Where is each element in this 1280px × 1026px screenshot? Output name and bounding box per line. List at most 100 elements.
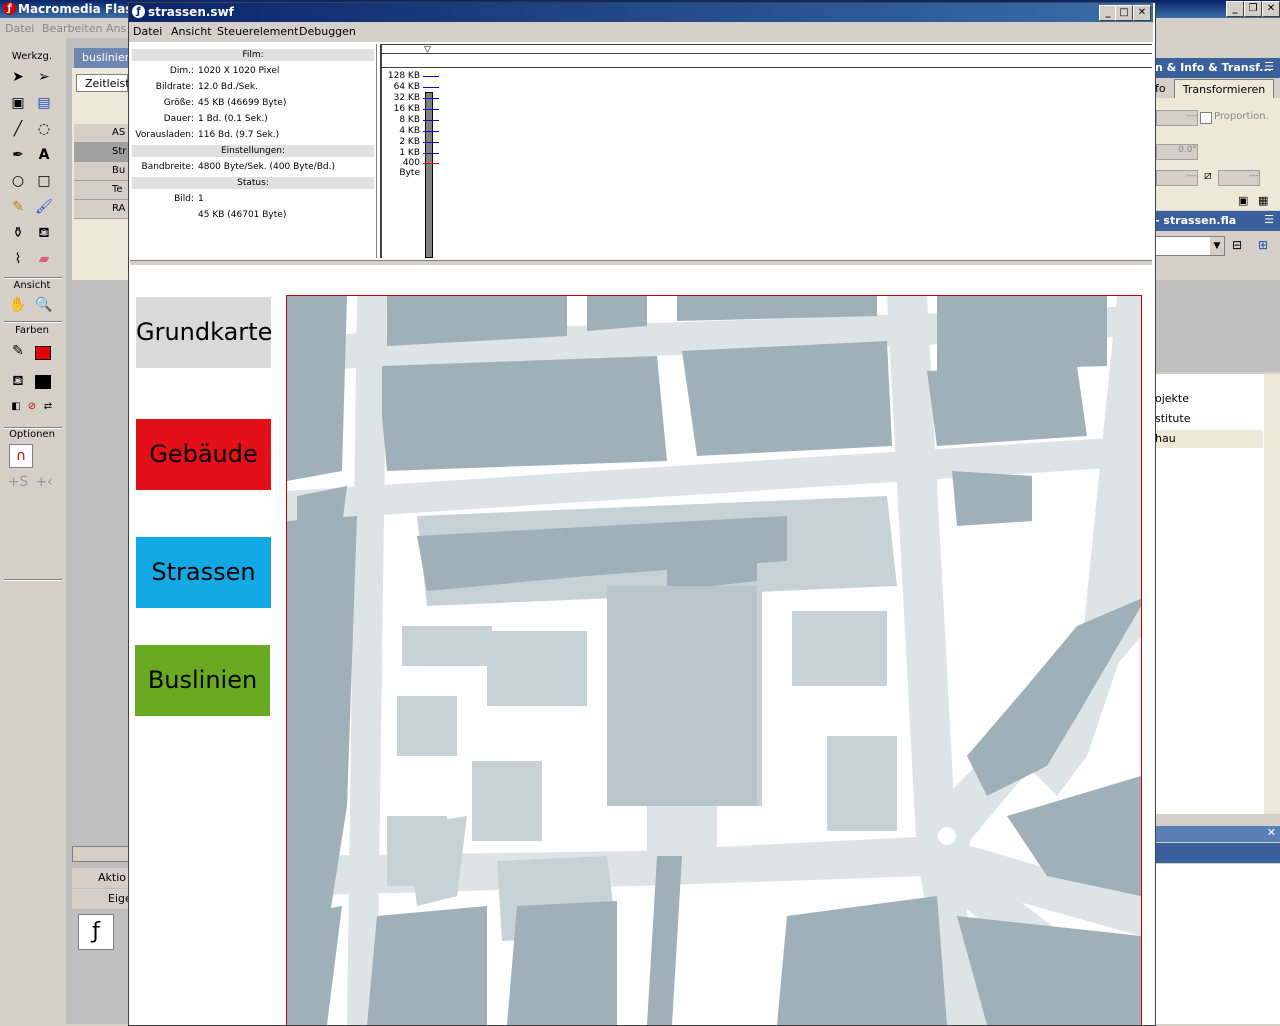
button-gebaeude[interactable]: Gebäude bbox=[136, 419, 271, 490]
swf-menu-steuerelement[interactable]: Steuerelement bbox=[217, 25, 298, 38]
menu-datei[interactable]: Datei bbox=[5, 22, 34, 35]
swf-menu-debuggen[interactable]: Debuggen bbox=[299, 25, 356, 38]
roundabout-center bbox=[938, 827, 956, 845]
menu-ansicht[interactable]: Ans bbox=[106, 22, 126, 35]
eyedropper-icon[interactable]: ⌇ bbox=[7, 248, 29, 270]
angle-field[interactable]: 0.0° bbox=[1156, 144, 1198, 160]
line-tool-icon[interactable]: ╱ bbox=[7, 118, 29, 140]
width-field[interactable]: --- bbox=[1156, 110, 1198, 126]
pencil-tool-icon[interactable]: ✎ bbox=[7, 196, 29, 218]
stroke-color-swatch[interactable] bbox=[35, 346, 51, 360]
subselect-tool-icon[interactable]: ➢ bbox=[33, 66, 55, 88]
panel-actions[interactable]: Aktio bbox=[72, 868, 128, 888]
layer-item[interactable]: RA bbox=[74, 200, 128, 219]
close-icon[interactable]: ✕ bbox=[1133, 5, 1151, 21]
skew-field-v[interactable]: --- bbox=[1218, 170, 1260, 186]
pen-tool-icon[interactable]: ✒ bbox=[7, 144, 29, 166]
tools-separator bbox=[4, 321, 62, 323]
layer-label: Bu bbox=[112, 165, 126, 176]
reset-transform-icon[interactable]: ▦ bbox=[1258, 194, 1268, 207]
smooth-icon[interactable]: +S bbox=[7, 471, 29, 493]
layer-label: AS bbox=[112, 127, 126, 138]
skew-field-h[interactable]: --- bbox=[1156, 170, 1198, 186]
arrow-tool-icon[interactable]: ➤ bbox=[7, 66, 29, 88]
panel-menu-icon[interactable]: ☰ bbox=[1264, 213, 1274, 226]
tab-transform[interactable]: Transformieren bbox=[1174, 79, 1274, 99]
swf-menu-datei[interactable]: Datei bbox=[133, 25, 162, 38]
minimize-icon[interactable]: _ bbox=[1226, 1, 1244, 17]
graph-bottom-rule bbox=[382, 67, 1152, 68]
library-item[interactable]: ojekte bbox=[1155, 390, 1263, 408]
layer-item[interactable]: Te bbox=[74, 181, 128, 200]
layer-label: Str bbox=[112, 146, 127, 157]
graph-label: 128 KB bbox=[387, 71, 420, 81]
bandwidth-limit-line bbox=[423, 163, 439, 164]
free-transform-icon[interactable]: ▣ bbox=[7, 92, 29, 114]
proportion-checkbox[interactable] bbox=[1200, 112, 1212, 124]
output-panel-header[interactable]: ✕ bbox=[1155, 826, 1280, 842]
paint-bucket-icon[interactable]: ⛾ bbox=[33, 222, 55, 244]
stroke-color-icon: ✎ bbox=[12, 343, 24, 359]
close-icon[interactable]: ✕ bbox=[1267, 826, 1276, 839]
swf-menu-ansicht[interactable]: Ansicht bbox=[171, 25, 212, 38]
close-icon[interactable]: ✕ bbox=[1262, 1, 1280, 17]
tab-info[interactable]: fo bbox=[1155, 80, 1173, 98]
library-item[interactable]: hau bbox=[1155, 430, 1263, 448]
document-tab[interactable]: buslinien bbox=[74, 48, 132, 68]
info-panel-header[interactable]: n & Info & Transf... ☰ bbox=[1155, 58, 1280, 78]
fill-color-swatch[interactable] bbox=[35, 375, 51, 389]
button-strassen[interactable]: Strassen bbox=[136, 537, 271, 608]
ink-bottle-icon[interactable]: ⚱ bbox=[7, 222, 29, 244]
frame-size-bar bbox=[425, 92, 433, 258]
lasso-tool-icon[interactable]: ◌ bbox=[33, 118, 55, 140]
new-library-icon[interactable]: ⊞ bbox=[1258, 238, 1268, 252]
graph-tick bbox=[423, 153, 439, 154]
pin-icon[interactable]: ⊟ bbox=[1232, 238, 1242, 252]
oval-tool-icon[interactable]: ○ bbox=[7, 170, 29, 192]
text-tool-icon[interactable]: A bbox=[33, 144, 55, 166]
graph-label: 4 KB bbox=[399, 126, 420, 136]
swap-colors-icon[interactable]: ⇄ bbox=[37, 396, 59, 418]
stat-value: 12.0 Bd./Sek. bbox=[198, 82, 259, 92]
graph-label: 16 KB bbox=[393, 104, 420, 114]
library-panel-header[interactable]: - strassen.fla ☰ bbox=[1155, 211, 1280, 231]
chevron-down-icon[interactable]: ▼ bbox=[1210, 237, 1224, 255]
copy-transform-icon[interactable]: ▣ bbox=[1238, 194, 1248, 207]
restore-icon[interactable]: ❐ bbox=[1244, 1, 1262, 17]
output-toolbar bbox=[1155, 843, 1280, 863]
library-item[interactable]: stitute bbox=[1155, 410, 1263, 428]
menu-bearbeiten[interactable]: Bearbeiten bbox=[42, 22, 102, 35]
straighten-icon[interactable]: +‹ bbox=[33, 471, 55, 493]
timeline-button[interactable]: Zeitleist bbox=[76, 74, 130, 92]
library-scrollbar[interactable] bbox=[1264, 374, 1280, 814]
panel-menu-icon[interactable]: ☰ bbox=[1264, 60, 1274, 73]
layer-item[interactable]: Str bbox=[74, 143, 128, 162]
maximize-icon[interactable]: □ bbox=[1115, 5, 1133, 21]
bandwidth-graph: ▽ bbox=[380, 44, 1154, 258]
hand-tool-icon[interactable]: ✋ bbox=[7, 294, 29, 316]
graph-label: 8 KB bbox=[399, 115, 420, 125]
layer-item[interactable]: AS bbox=[74, 124, 128, 143]
actions-panel-label: Aktio bbox=[98, 871, 126, 884]
horizontal-scrollbar[interactable] bbox=[72, 846, 130, 862]
graph-tick bbox=[423, 98, 439, 99]
snap-magnet-icon[interactable]: ∩ bbox=[9, 444, 33, 468]
view-label: Ansicht bbox=[13, 280, 51, 291]
fill-transform-icon[interactable]: ▤ bbox=[33, 92, 55, 114]
layer-label: Te bbox=[112, 184, 123, 195]
zoom-tool-icon[interactable]: 🔍 bbox=[33, 294, 55, 316]
bandwidth-value: 4800 Byte/Sek. (400 Byte/Bd.) bbox=[198, 162, 335, 172]
panel-properties[interactable]: Eige bbox=[72, 889, 132, 909]
button-buslinien[interactable]: Buslinien bbox=[135, 645, 270, 716]
library-dropdown[interactable]: ▼ bbox=[1155, 236, 1225, 256]
frame-label: Bild: bbox=[174, 194, 194, 204]
swf-menu-bar: Datei Ansicht Steuerelement Debuggen bbox=[129, 22, 1153, 42]
rectangle-tool-icon[interactable]: □ bbox=[33, 170, 55, 192]
eraser-tool-icon[interactable]: ▰ bbox=[33, 248, 55, 270]
button-grundkarte[interactable]: Grundkarte bbox=[136, 297, 272, 368]
brush-tool-icon[interactable]: 🖌 bbox=[33, 196, 55, 218]
options-label: Optionen bbox=[9, 429, 55, 440]
graph-label: 64 KB bbox=[393, 82, 420, 92]
graph-label: 32 KB bbox=[393, 93, 420, 103]
layer-item[interactable]: Bu bbox=[74, 162, 128, 181]
